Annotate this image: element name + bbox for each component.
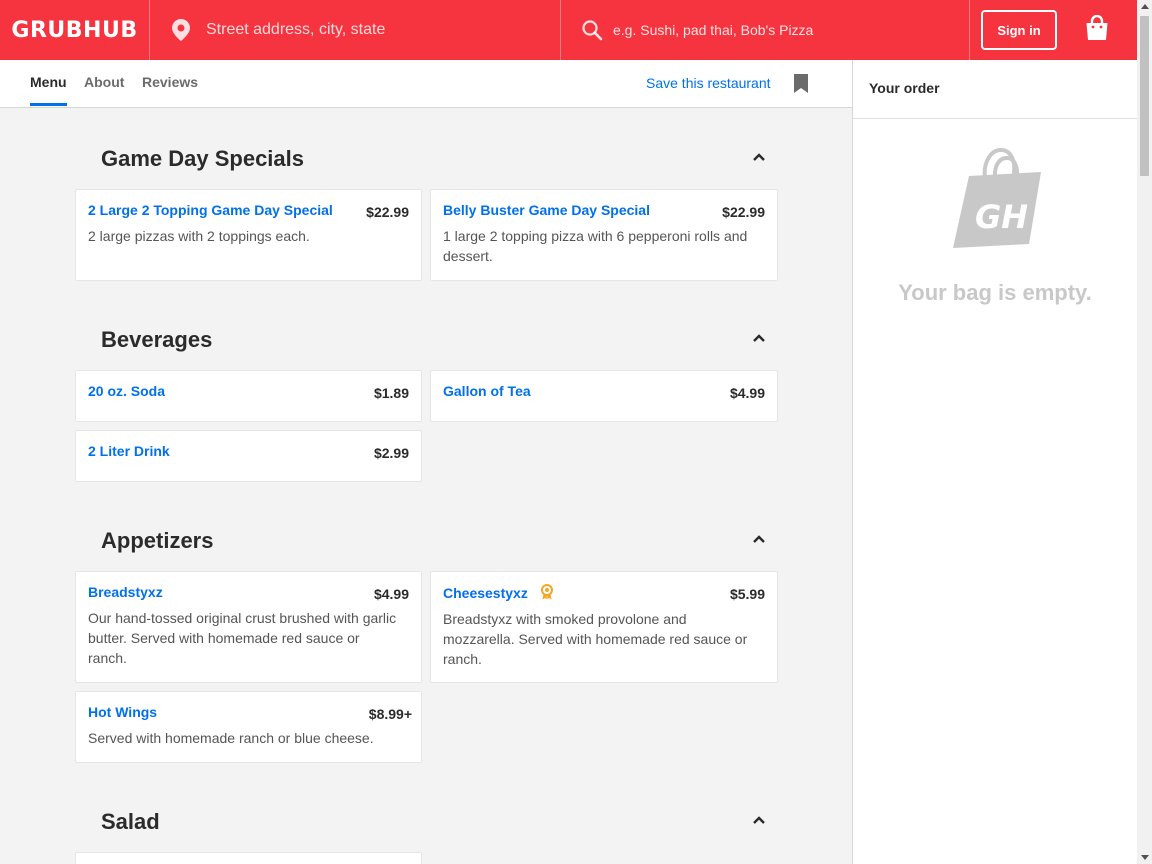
order-panel-title: Your order xyxy=(853,60,1137,119)
menu-item-card[interactable]: 20 oz. Soda $1.89 xyxy=(75,370,422,422)
menu-item-card[interactable]: Cheesestyxz $5.99 Breadstyxz with smoked… xyxy=(430,571,778,683)
bag-monogram: GH xyxy=(975,198,1028,236)
menu-item-name[interactable]: 2 Large 2 Topping Game Day Special xyxy=(88,202,333,218)
tab-menu[interactable]: Menu xyxy=(30,74,67,106)
menu-item-name[interactable]: Belly Buster Game Day Special xyxy=(443,202,650,218)
section-title-beverages: Beverages xyxy=(101,327,213,352)
menu-item-price: $1.89 xyxy=(373,385,409,401)
empty-bag-icon: GH xyxy=(951,148,1043,250)
menu-item-price: $22.99 xyxy=(722,204,765,220)
menu-item-description: 1 large 2 topping pizza with 6 pepperoni… xyxy=(443,228,748,264)
signin-area: Sign in xyxy=(970,0,1137,60)
order-panel: Your order GH Your bag is empty. xyxy=(852,60,1137,864)
menu-item-description: Our hand-tossed original crust brushed w… xyxy=(88,610,397,666)
address-field[interactable]: Street address, city, state xyxy=(150,0,561,60)
menu-item-name[interactable]: Breadstyxz xyxy=(88,584,163,600)
tab-about[interactable]: About xyxy=(84,74,124,90)
menu-item-description: Served with homemade ranch or blue chees… xyxy=(88,730,374,746)
menu-item-card[interactable]: 2 Liter Drink $2.99 xyxy=(75,430,422,482)
menu-item-card[interactable]: Gallon of Tea $4.99 xyxy=(430,370,778,422)
section-title-appetizers: Appetizers xyxy=(101,528,214,553)
empty-bag-message: Your bag is empty. xyxy=(898,280,1092,305)
location-pin-icon xyxy=(172,19,190,41)
menu-item-name[interactable]: Hot Wings xyxy=(88,704,157,720)
menu-item-card[interactable] xyxy=(75,852,422,864)
signin-button[interactable]: Sign in xyxy=(981,10,1057,50)
menu-item-description: 2 large pizzas with 2 toppings each. xyxy=(88,228,310,244)
bookmark-icon[interactable] xyxy=(794,74,808,93)
save-restaurant-link[interactable]: Save this restaurant xyxy=(646,75,771,91)
menu-item-name[interactable]: 20 oz. Soda xyxy=(88,383,165,399)
menu-item-price: $2.99 xyxy=(373,445,409,461)
menu-item-card[interactable]: Hot Wings $8.99+ Served with homemade ra… xyxy=(75,691,422,763)
restaurant-tabs: Menu About Reviews Save this restaurant xyxy=(0,60,852,108)
menu-item-card[interactable]: 2 Large 2 Topping Game Day Special $22.9… xyxy=(75,189,422,281)
menu-item-name[interactable]: 2 Liter Drink xyxy=(88,443,170,459)
tab-reviews[interactable]: Reviews xyxy=(142,74,198,90)
menu-item-description: Breadstyxz with smoked provolone and moz… xyxy=(443,611,748,667)
chevron-up-icon[interactable] xyxy=(752,333,766,343)
page-scrollbar[interactable] xyxy=(1137,0,1152,864)
menu-item-price: $8.99+ xyxy=(368,706,412,722)
site-header: GRUBHUB Street address, city, state e.g.… xyxy=(0,0,1137,60)
chevron-up-icon[interactable] xyxy=(752,815,766,825)
menu-item-price: $5.99 xyxy=(729,586,765,602)
search-field[interactable]: e.g. Sushi, pad thai, Bob's Pizza xyxy=(561,0,970,60)
grubhub-logo[interactable]: GRUBHUB xyxy=(0,0,150,60)
chevron-up-icon[interactable] xyxy=(752,152,766,162)
address-placeholder: Street address, city, state xyxy=(206,21,386,38)
menu-item-price: $22.99 xyxy=(366,204,409,220)
menu-item-card[interactable]: Belly Buster Game Day Special $22.99 1 l… xyxy=(430,189,778,281)
menu-item-name[interactable]: Gallon of Tea xyxy=(443,383,531,399)
menu-item-price: $4.99 xyxy=(729,385,765,401)
award-ribbon-icon xyxy=(540,584,554,600)
menu-content: Game Day Specials 2 Large 2 Topping Game… xyxy=(0,108,852,864)
section-title-salad: Salad xyxy=(101,809,160,834)
scroll-down-arrow-icon[interactable] xyxy=(1141,855,1149,860)
section-title-game-day-specials: Game Day Specials xyxy=(101,146,305,171)
search-placeholder: e.g. Sushi, pad thai, Bob's Pizza xyxy=(613,22,814,38)
menu-item-name[interactable]: Cheesestyxz xyxy=(443,585,528,601)
menu-item-price: $4.99 xyxy=(373,586,409,602)
search-icon xyxy=(581,19,603,41)
menu-item-card[interactable]: Breadstyxz $4.99 Our hand-tossed origina… xyxy=(75,571,422,683)
scroll-up-arrow-icon[interactable] xyxy=(1141,4,1149,9)
shopping-bag-icon[interactable] xyxy=(1085,15,1109,41)
scrollbar-thumb[interactable] xyxy=(1140,16,1149,176)
chevron-up-icon[interactable] xyxy=(752,534,766,544)
